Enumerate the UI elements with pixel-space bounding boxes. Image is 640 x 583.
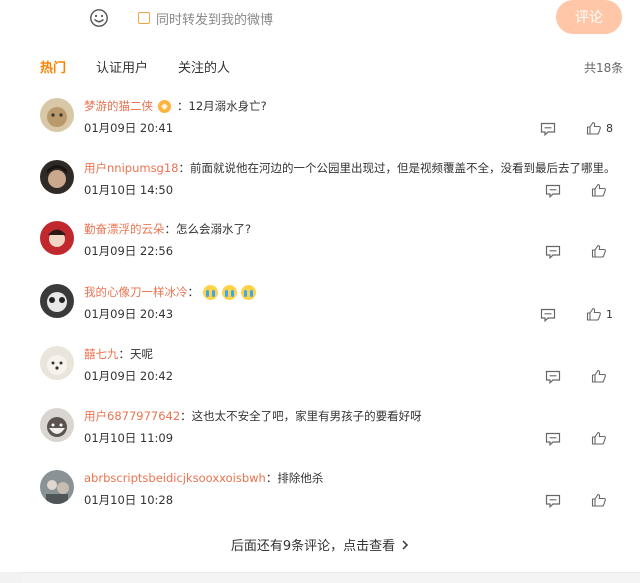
- comment-username[interactable]: abrbscriptsbeidicjksooxxoisbwh: [84, 471, 266, 485]
- comment-time: 01月09日 20:41: [84, 121, 174, 135]
- comment-item: 用户6877977642 ： 这也太不安全了吧，家里有男孩子的要看好呀 01月1…: [0, 408, 640, 468]
- comment-username[interactable]: 我的心像刀一样冰冷: [84, 284, 188, 300]
- comment-separator: ：: [118, 347, 131, 361]
- comment-time: 01月10日 14:50: [84, 183, 174, 197]
- comment-separator: ：: [178, 161, 191, 175]
- comment-item: 囍七九 ： 天呢 01月09日 20:42: [0, 346, 640, 406]
- reply-icon[interactable]: [545, 494, 561, 508]
- like-icon[interactable]: [586, 121, 602, 135]
- comment-time: 01月10日 10:28: [84, 493, 174, 507]
- comment-text: 天呢: [130, 347, 153, 361]
- vip-badge-icon: [158, 99, 171, 113]
- crying-emoji-icon: [241, 284, 256, 300]
- avatar[interactable]: [40, 221, 74, 255]
- reply-icon[interactable]: [540, 308, 556, 322]
- like-icon[interactable]: [591, 369, 607, 383]
- comment-separator: ：: [180, 409, 192, 423]
- like-icon[interactable]: [591, 493, 607, 507]
- smiley-icon[interactable]: [89, 8, 109, 28]
- comment-text: 12月溺水身亡?: [188, 99, 267, 113]
- repost-label: 同时转发到我的微博: [156, 12, 274, 28]
- comment-username[interactable]: 用户6877977642: [84, 408, 180, 424]
- comment-separator: ：: [177, 99, 189, 113]
- comment-item: abrbscriptsbeidicjksooxxoisbwh ： 排除他杀 01…: [0, 470, 640, 530]
- comment-username[interactable]: 勤奋漂浮的云朵: [84, 221, 165, 237]
- comment-text: 前面就说他在河边的一个公园里出现过，但是视频覆盖不全，没看到最后去了哪里。: [190, 161, 616, 175]
- comment-text: 排除他杀: [277, 471, 324, 485]
- avatar[interactable]: [40, 160, 74, 194]
- like-icon[interactable]: [591, 244, 607, 258]
- next-card-edge: [22, 572, 640, 583]
- reply-icon[interactable]: [545, 245, 561, 259]
- tab-verified-users[interactable]: 认证用户: [96, 57, 148, 76]
- comment-time: 01月09日 20:43: [84, 307, 174, 321]
- repost-checkbox[interactable]: 同时转发到我的微博: [138, 9, 274, 28]
- like-icon[interactable]: [586, 307, 602, 321]
- comment-time: 01月09日 22:56: [84, 244, 174, 258]
- view-more-comments-link[interactable]: 后面还有9条评论，点击查看: [0, 535, 640, 554]
- comment-item: 我的心像刀一样冰冷 ： 01月09日 20:43 1: [0, 284, 640, 344]
- comment-separator: ：: [265, 471, 278, 485]
- comment-item: 勤奋漂浮的云朵 ： 怎么会溺水了? 01月09日 22:56: [0, 221, 640, 281]
- comment-total: 共18条: [584, 61, 624, 75]
- comment-item: 用户nnipumsg18 ： 前面就说他在河边的一个公园里出现过，但是视频覆盖不…: [0, 160, 640, 220]
- crying-emoji-icon: [203, 284, 218, 300]
- reply-icon[interactable]: [545, 184, 561, 198]
- comment-panel: 同时转发到我的微博 评论 热门 认证用户 关注的人 共18条 梦游的猫二侠 ： …: [0, 0, 640, 572]
- tab-following[interactable]: 关注的人: [178, 57, 230, 76]
- chevron-right-icon: [402, 540, 409, 550]
- submit-comment-button[interactable]: 评论: [556, 0, 622, 34]
- tab-hot[interactable]: 热门: [40, 57, 66, 76]
- comment-separator: ：: [187, 285, 200, 299]
- comment-item: 梦游的猫二侠 ： 12月溺水身亡? 01月09日 20:41 8: [0, 98, 640, 158]
- like-count: 8: [606, 122, 613, 135]
- view-more-label: 后面还有9条评论，点击查看: [230, 539, 396, 554]
- checkbox-icon[interactable]: [138, 12, 150, 24]
- avatar[interactable]: [40, 470, 74, 504]
- like-icon[interactable]: [591, 183, 607, 197]
- comment-text: 这也太不安全了吧，家里有男孩子的要看好呀: [191, 409, 422, 423]
- comment-text: 怎么会溺水了?: [176, 222, 252, 236]
- comment-username[interactable]: 囍七九: [84, 346, 119, 362]
- comment-time: 01月10日 11:09: [84, 431, 174, 445]
- avatar[interactable]: [40, 98, 74, 132]
- avatar[interactable]: [40, 346, 74, 380]
- avatar[interactable]: [40, 408, 74, 442]
- reply-icon[interactable]: [545, 432, 561, 446]
- comment-username[interactable]: 梦游的猫二侠: [84, 98, 153, 114]
- comment-time: 01月09日 20:42: [84, 369, 174, 383]
- crying-emoji-icon: [222, 284, 237, 300]
- comment-username[interactable]: 用户nnipumsg18: [84, 160, 179, 176]
- reply-icon[interactable]: [545, 370, 561, 384]
- like-icon[interactable]: [591, 431, 607, 445]
- like-count: 1: [606, 308, 613, 321]
- reply-icon[interactable]: [540, 122, 556, 136]
- comment-separator: ：: [164, 222, 177, 236]
- avatar[interactable]: [40, 284, 74, 318]
